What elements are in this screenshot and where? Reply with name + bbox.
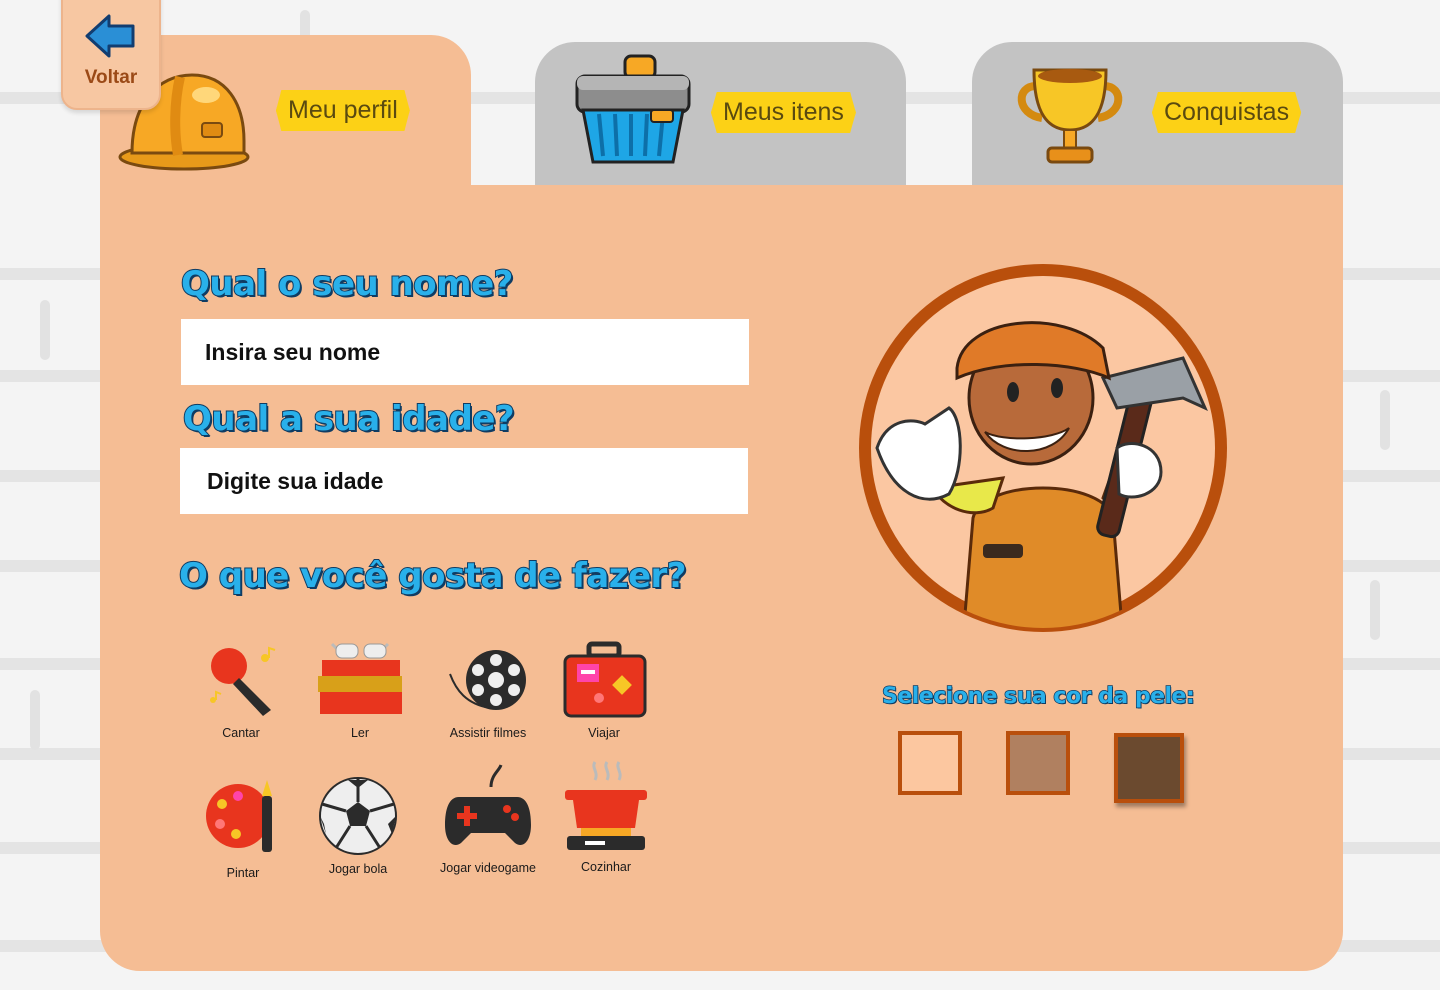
avatar-worker (859, 264, 1227, 632)
hobby-label: Jogar videogame (440, 861, 536, 875)
skin-swatch-medium[interactable] (1006, 731, 1070, 795)
trophy-icon (1017, 68, 1123, 164)
skin-swatch-dark[interactable] (1114, 733, 1184, 803)
hobby-viajar[interactable]: Viajar (549, 640, 659, 740)
hobby-label: Jogar bola (328, 862, 388, 876)
suitcase-icon (563, 641, 647, 718)
books-icon (318, 642, 402, 714)
hobby-assistir-filmes[interactable]: Assistir filmes (433, 640, 543, 740)
toolbox-icon (575, 54, 691, 164)
back-button[interactable]: Voltar (61, 0, 161, 110)
tab-label-meus-itens: Meus itens (711, 92, 856, 133)
hobby-label: Assistir filmes (449, 726, 527, 740)
hobby-pintar[interactable]: Pintar (188, 776, 298, 880)
hobby-label: Pintar (226, 866, 260, 880)
hobby-jogar-videogame[interactable]: Jogar videogame (433, 763, 543, 875)
hobby-label: Ler (350, 726, 370, 740)
hobby-cantar[interactable]: Cantar (186, 640, 296, 740)
name-question: Qual o seu nome? (180, 263, 514, 305)
skin-color-title: Selecione sua cor da pele: (881, 683, 1195, 710)
skin-swatch-light[interactable] (898, 731, 962, 795)
age-input[interactable] (180, 448, 748, 514)
tab-label-meu-perfil: Meu perfil (276, 90, 410, 131)
hobby-label: Viajar (588, 726, 620, 740)
hobbies-question: O que você gosta de fazer? (178, 555, 688, 597)
palette-icon (206, 780, 272, 852)
tab-meus-itens[interactable]: Meus itens (535, 42, 906, 185)
microphone-icon (210, 646, 276, 716)
back-label: Voltar (84, 67, 138, 88)
hobby-cozinhar[interactable]: Cozinhar (551, 758, 661, 874)
tab-conquistas[interactable]: Conquistas (972, 42, 1343, 185)
film-reel-icon (449, 650, 526, 710)
hobby-jogar-bola[interactable]: Jogar bola (303, 776, 413, 876)
tab-label-conquistas: Conquistas (1152, 92, 1302, 133)
arrow-left-icon (85, 14, 135, 58)
name-input[interactable] (181, 319, 749, 385)
gamepad-icon (445, 764, 531, 845)
hobby-ler[interactable]: Ler (305, 640, 415, 740)
hobby-label: Cozinhar (580, 860, 632, 874)
hobby-label: Cantar (222, 726, 260, 740)
soccer-ball-icon (319, 777, 397, 855)
age-question: Qual a sua idade? (182, 398, 516, 440)
cooking-pot-icon (565, 761, 647, 850)
